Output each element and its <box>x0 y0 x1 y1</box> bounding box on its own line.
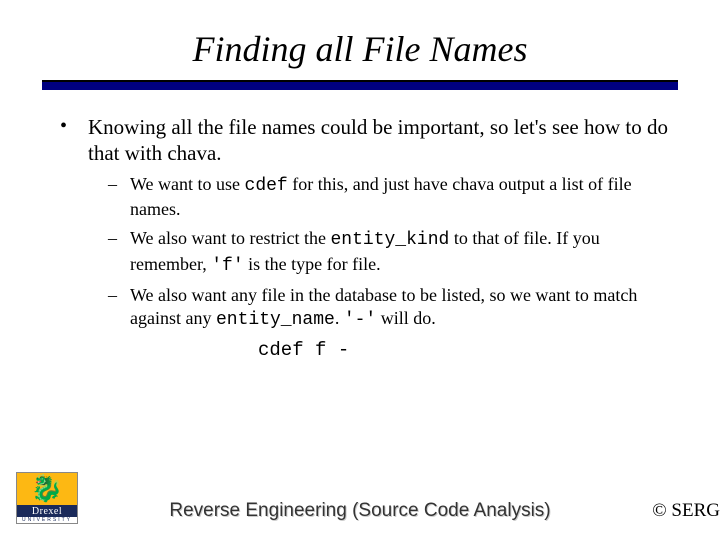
bullet-main: Knowing all the file names could be impo… <box>50 114 670 363</box>
sub2-part-a: We also want to restrict the <box>130 228 331 248</box>
sub3-part-b: . <box>335 308 344 328</box>
footer-title: Reverse Engineering (Source Code Analysi… <box>0 500 720 522</box>
sub1-part-a: We want to use <box>130 174 245 194</box>
sub-bullet-3: We also want any file in the database to… <box>88 284 670 333</box>
sub3-part-c: will do. <box>376 308 436 328</box>
copyright: © SERG <box>652 500 720 522</box>
sub2-part-c: is the type for file. <box>244 254 381 274</box>
sub3-code2: '-' <box>344 310 376 330</box>
slide-title: Finding all File Names <box>0 0 720 80</box>
slide-content: Knowing all the file names could be impo… <box>0 90 720 363</box>
sub1-code: cdef <box>245 176 288 196</box>
bullet-main-text: Knowing all the file names could be impo… <box>88 115 668 165</box>
sub-bullet-2: We also want to restrict the entity_kind… <box>88 227 670 278</box>
slide-footer: 🐉 Drexel UNIVERSITY Reverse Engineering … <box>0 470 720 526</box>
sub3-code: entity_name <box>216 310 335 330</box>
title-rule <box>42 80 678 90</box>
command-line: cdef f - <box>88 339 670 363</box>
sub2-code2: 'f' <box>211 256 243 276</box>
sub-bullet-1: We want to use cdef for this, and just h… <box>88 173 670 222</box>
sub2-code: entity_kind <box>331 230 450 250</box>
